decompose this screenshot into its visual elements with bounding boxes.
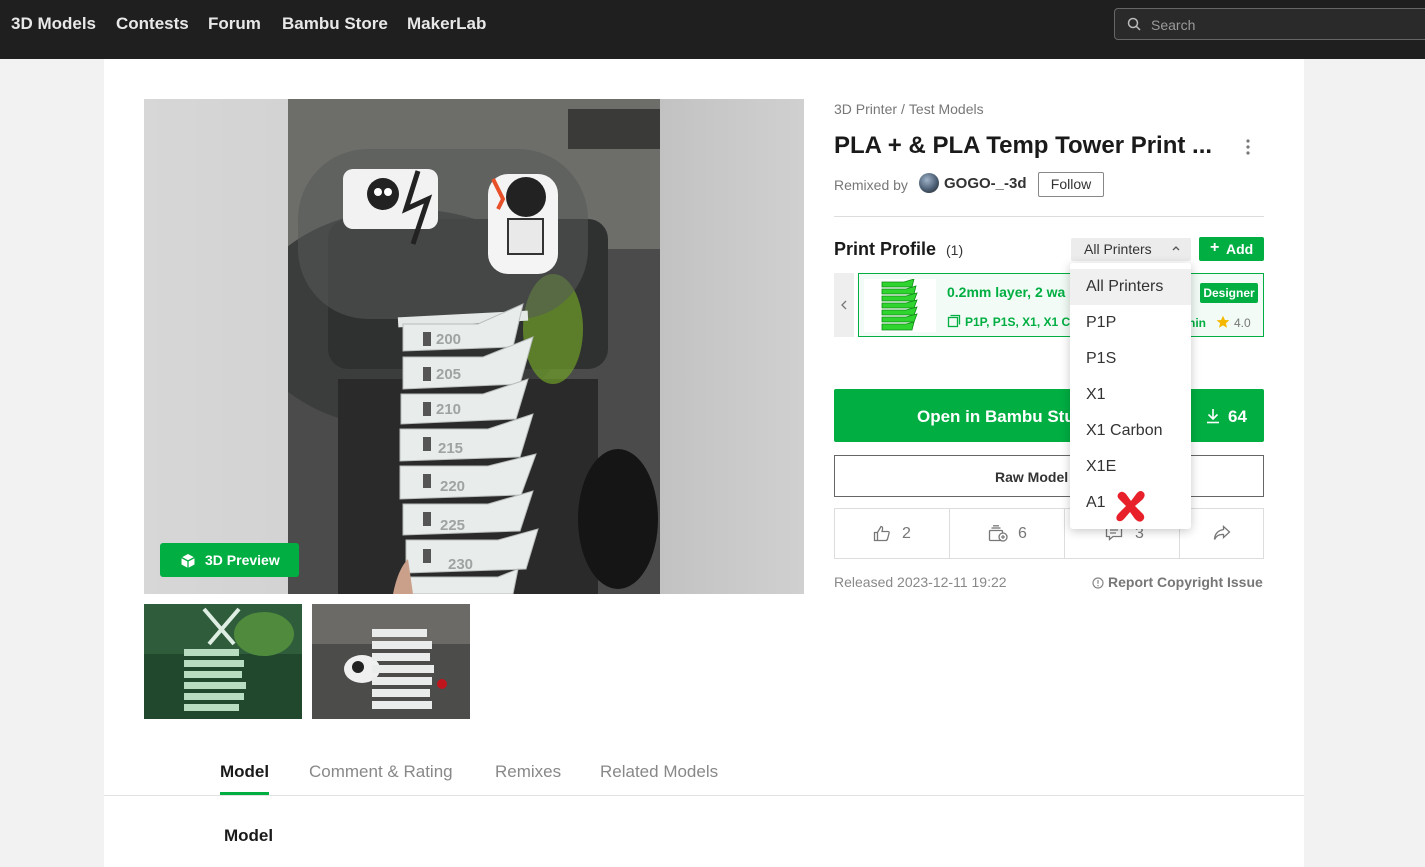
- profile-carousel-prev[interactable]: [834, 273, 854, 337]
- tower-label-215: 215: [438, 440, 463, 457]
- nav-contests[interactable]: Contests: [116, 14, 189, 34]
- printer-icon: [947, 314, 961, 328]
- download-count: 64: [1228, 407, 1247, 426]
- character-sticker: [488, 174, 558, 274]
- profile-title: 0.2mm layer, 2 wa: [947, 284, 1066, 300]
- report-copyright-link[interactable]: Report Copyright Issue: [1092, 574, 1263, 590]
- divider: [834, 216, 1264, 217]
- model-title: PLA + & PLA Temp Tower Print ...: [834, 132, 1213, 159]
- report-copyright-label: Report Copyright Issue: [1108, 574, 1263, 590]
- profile-thumbnail-image: [881, 278, 918, 331]
- collect-button[interactable]: 6: [950, 509, 1065, 558]
- thumbnail-image-2: [312, 604, 470, 719]
- tower-label-200: 200: [436, 331, 461, 348]
- dropdown-option-label: P1P: [1086, 314, 1117, 331]
- profile-rating: 4.0: [1234, 316, 1251, 330]
- dropdown-option-label: X1: [1086, 386, 1106, 403]
- open-in-bambu-studio-button[interactable]: Open in Bambu Stu 64: [834, 389, 1264, 442]
- tabs-divider: [104, 795, 1304, 796]
- like-button[interactable]: 2: [835, 509, 950, 558]
- dropdown-option-p1p[interactable]: P1P: [1070, 305, 1191, 341]
- printer-filter-value: All Printers: [1084, 241, 1152, 257]
- follow-button[interactable]: Follow: [1038, 172, 1104, 197]
- print-profile-card[interactable]: 0.2mm layer, 2 wa P1P, P1S, X1, X1 C Des…: [858, 273, 1264, 337]
- add-profile-label: Add: [1226, 241, 1254, 257]
- dropdown-option-label: A1: [1086, 494, 1106, 511]
- collection-count: 6: [1018, 525, 1027, 542]
- thumbnail-2[interactable]: [312, 604, 470, 719]
- dropdown-option-label: X1 Carbon: [1086, 422, 1163, 439]
- info-icon: [1092, 577, 1104, 589]
- dropdown-option-all-printers[interactable]: All Printers: [1070, 269, 1191, 305]
- author-name[interactable]: GOGO-_-3d: [944, 175, 1027, 192]
- dropdown-option-label: P1S: [1086, 350, 1117, 367]
- breadcrumb-3d-printer[interactable]: 3D Printer: [834, 101, 897, 117]
- download-icon: [1207, 409, 1219, 424]
- search-input[interactable]: [1151, 14, 1421, 36]
- main-model-image[interactable]: 200 205 210 215 220 225 230: [144, 99, 804, 594]
- dropdown-option-x1e[interactable]: X1E: [1070, 449, 1191, 485]
- red-x-mark-icon: [1116, 491, 1145, 522]
- chevron-up-icon: [1172, 246, 1180, 251]
- raw-model-button[interactable]: Raw Model: [834, 455, 1264, 497]
- release-date: Released 2023-12-11 19:22: [834, 574, 1007, 590]
- tower-label-210: 210: [436, 401, 461, 418]
- action-bar: 2 6 3: [834, 508, 1264, 559]
- search-icon: [1127, 17, 1141, 31]
- dropdown-option-p1s[interactable]: P1S: [1070, 341, 1191, 377]
- 3d-preview-button[interactable]: 3D Preview: [160, 543, 299, 577]
- section-title: Model: [224, 826, 274, 845]
- plus-icon: +: [1210, 239, 1220, 256]
- print-profile-label: Print Profile: [834, 239, 937, 259]
- cube-icon: [181, 554, 195, 568]
- breadcrumb-separator: /: [901, 101, 905, 117]
- open-in-bambu-studio-label: Open in Bambu Stu: [917, 407, 1075, 426]
- add-profile-button[interactable]: + Add: [1199, 237, 1264, 261]
- nav-makerlab[interactable]: MakerLab: [407, 14, 486, 34]
- avatar[interactable]: [919, 173, 939, 193]
- nav-bambu-store[interactable]: Bambu Store: [282, 14, 388, 34]
- raw-model-label: Raw Model: [995, 469, 1069, 485]
- thumbs-up-icon: [873, 525, 890, 542]
- chevron-left-icon: [841, 300, 847, 310]
- tower-label-230: 230: [448, 556, 473, 573]
- like-count: 2: [902, 525, 911, 542]
- 3d-preview-label: 3D Preview: [205, 552, 280, 568]
- search-box: [1114, 8, 1425, 40]
- tower-label-220: 220: [440, 478, 465, 495]
- breadcrumb-test-models[interactable]: Test Models: [909, 101, 984, 117]
- top-nav: 3D Models Contests Forum Bambu Store Mak…: [0, 0, 1425, 59]
- tower-label-205: 205: [436, 366, 461, 383]
- print-profile-count: (1): [946, 242, 964, 258]
- dropdown-option-label: X1E: [1086, 458, 1117, 475]
- share-button[interactable]: [1180, 509, 1264, 558]
- temp-tower-photo: 200 205 210 215 220 225 230: [288, 99, 660, 594]
- model-photo: 200 205 210 215 220 225 230: [288, 99, 660, 594]
- tab-comment-rating[interactable]: Comment & Rating: [309, 762, 453, 782]
- collection-add-icon: [988, 525, 1008, 542]
- temp-tower: 200 205 210 215 220 225 230: [393, 303, 539, 594]
- tab-model[interactable]: Model: [220, 762, 269, 782]
- share-icon: [1213, 525, 1231, 540]
- breadcrumb: 3D Printer / Test Models: [834, 101, 984, 117]
- dropdown-option-x1-carbon[interactable]: X1 Carbon: [1070, 413, 1191, 449]
- profile-thumbnail: [864, 278, 936, 332]
- thumbnail-image-1: [144, 604, 302, 719]
- dropdown-option-x1[interactable]: X1: [1070, 377, 1191, 413]
- thumbnail-1[interactable]: [144, 604, 302, 719]
- profile-printers: P1P, P1S, X1, X1 C: [947, 314, 1070, 329]
- nav-forum[interactable]: Forum: [208, 14, 261, 34]
- dropdown-option-label: All Printers: [1086, 278, 1164, 295]
- star-icon: [1216, 315, 1230, 328]
- profile-printers-text: P1P, P1S, X1, X1 C: [965, 315, 1071, 329]
- designer-badge: Designer: [1200, 283, 1258, 303]
- tab-related-models[interactable]: Related Models: [600, 762, 718, 782]
- printer-filter-select[interactable]: All Printers: [1071, 238, 1191, 261]
- nav-3d-models[interactable]: 3D Models: [11, 14, 96, 34]
- remixed-by-label: Remixed by: [834, 177, 908, 193]
- more-options-icon[interactable]: [1240, 137, 1256, 159]
- tab-remixes[interactable]: Remixes: [495, 762, 561, 782]
- tower-label-225: 225: [440, 517, 465, 534]
